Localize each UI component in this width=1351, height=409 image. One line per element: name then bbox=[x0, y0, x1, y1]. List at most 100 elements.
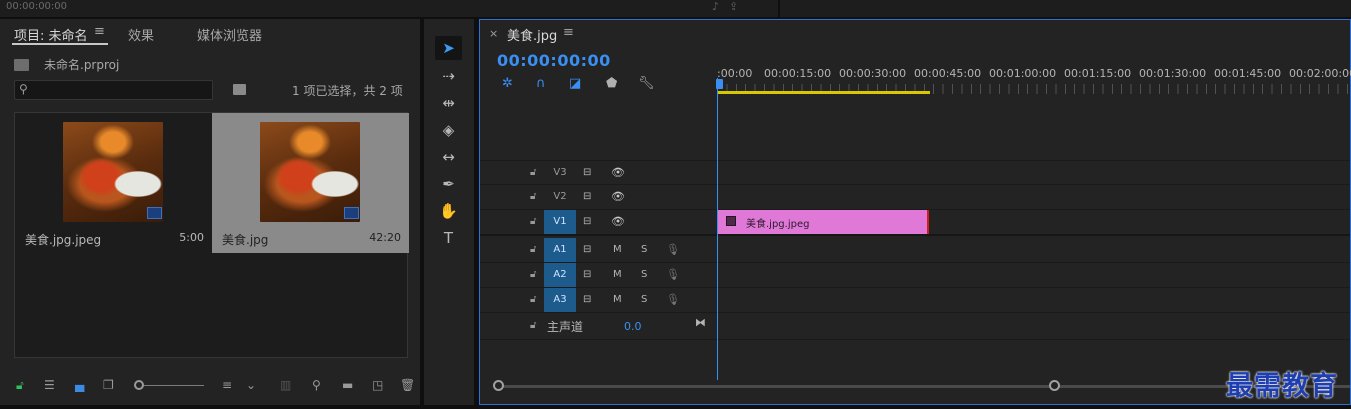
tab-effects[interactable]: 效果 bbox=[128, 25, 154, 44]
folder-icon bbox=[14, 59, 29, 71]
time-ruler[interactable]: :00:00 00:00:15:00 00:00:30:00 00:00:45:… bbox=[717, 64, 1351, 94]
sync-lock-icon[interactable]: ⊟ bbox=[583, 244, 591, 255]
mic-icon[interactable]: 🎙︎ bbox=[666, 293, 680, 306]
delete-icon[interactable]: 🗑︎ bbox=[400, 378, 415, 392]
clip-name: 美食.jpg bbox=[222, 233, 269, 247]
automate-icon[interactable]: ▥ bbox=[280, 378, 291, 392]
track-row-a2[interactable]: 🔓︎ A2 ⊟ M S 🎙︎ bbox=[480, 263, 1350, 288]
sync-lock-icon[interactable]: ⊟ bbox=[583, 294, 591, 305]
track-row-v3[interactable]: 🔓︎ V3 ⊟ 👁︎ bbox=[480, 160, 1350, 185]
track-target-a3[interactable]: A3 bbox=[544, 288, 576, 312]
playhead-handle[interactable] bbox=[716, 79, 723, 89]
close-icon[interactable]: × bbox=[489, 27, 498, 40]
track-target-a2[interactable]: A2 bbox=[544, 263, 576, 287]
sync-lock-icon[interactable]: ⊟ bbox=[583, 216, 591, 227]
sync-lock-icon[interactable]: ⊟ bbox=[583, 167, 591, 178]
sync-lock-icon[interactable]: ⊟ bbox=[583, 269, 591, 280]
track-row-v2[interactable]: 🔓︎ V2 ⊟ 👁︎ bbox=[480, 185, 1350, 210]
track-row-a1[interactable]: 🔓︎ A1 ⊟ M S 🎙︎ bbox=[480, 238, 1350, 263]
track-select-tool-icon[interactable]: ⇢ bbox=[435, 64, 462, 88]
slip-tool-icon[interactable]: ↔ bbox=[435, 145, 462, 169]
clip-thumbnail bbox=[63, 122, 163, 222]
search-input[interactable]: ⚲ bbox=[14, 80, 213, 100]
clip-item-selected[interactable]: 美食.jpg 42:20 bbox=[212, 113, 409, 253]
solo-button[interactable]: S bbox=[641, 269, 647, 280]
timeline-timecode[interactable]: 00:00:00:00 bbox=[497, 51, 611, 70]
track-target-v1[interactable]: V1 bbox=[544, 210, 576, 234]
master-volume-value[interactable]: 0.0 bbox=[624, 320, 642, 333]
watermark: 最需教育 bbox=[1226, 371, 1338, 402]
mic-icon[interactable]: 🎙︎ bbox=[666, 243, 680, 256]
zoom-slider[interactable] bbox=[134, 385, 204, 386]
freeform-view-icon[interactable]: ❐ bbox=[103, 378, 114, 392]
playhead-line[interactable] bbox=[717, 78, 718, 380]
lock-icon[interactable]: 🔓︎ bbox=[530, 244, 536, 255]
linked-selection-icon[interactable]: ◪ bbox=[569, 76, 581, 91]
hand-tool-icon[interactable]: ✋ bbox=[435, 199, 462, 223]
zoom-slider-knob[interactable] bbox=[134, 380, 144, 390]
eye-icon[interactable]: 👁︎ bbox=[611, 166, 625, 179]
track-row-a3[interactable]: 🔓︎ A3 ⊟ M S 🎙︎ bbox=[480, 288, 1350, 313]
panel-menu-icon[interactable]: ≡ bbox=[563, 25, 574, 40]
clip-item[interactable]: 美食.jpg.jpeg 5:00 bbox=[15, 113, 212, 253]
find-icon[interactable]: ⚲ bbox=[312, 378, 321, 392]
tab-sequence[interactable]: 美食.jpg bbox=[507, 25, 557, 44]
mute-button[interactable]: M bbox=[613, 294, 622, 305]
ripple-edit-tool-icon[interactable]: ⇹ bbox=[435, 91, 462, 115]
eye-icon[interactable]: 👁︎ bbox=[611, 215, 625, 228]
audio-export-icons[interactable]: ♪⇪ bbox=[712, 0, 748, 13]
work-area-bar[interactable] bbox=[717, 91, 930, 94]
lock-icon[interactable]: 🔓︎ bbox=[530, 269, 536, 280]
clip-type-badge-icon bbox=[147, 207, 162, 219]
wrench-icon[interactable]: 🔧︎ bbox=[638, 76, 655, 91]
lock-icon[interactable]: 🔓︎ bbox=[530, 294, 536, 305]
timeline-clip-v1[interactable]: 美食.jpg.jpeg bbox=[717, 210, 929, 234]
tab-media-browser[interactable]: 媒体浏览器 bbox=[197, 25, 262, 44]
timeline-panel: × 美食.jpg ≡ 00:00:00:00 ✲ ∩ ◪ ⬟ 🔧︎ :00:00… bbox=[479, 19, 1351, 405]
icon-view-icon[interactable]: ▄ bbox=[75, 378, 84, 392]
panel-divider bbox=[778, 0, 780, 17]
horizontal-scrollbar[interactable] bbox=[494, 385, 1350, 388]
nest-icon[interactable]: ✲ bbox=[502, 76, 513, 91]
scrollbar-left-handle[interactable] bbox=[493, 380, 504, 391]
sync-lock-icon[interactable]: ⊟ bbox=[583, 191, 591, 202]
pen-tool-icon[interactable]: ✒ bbox=[435, 172, 462, 196]
new-search-bin-icon[interactable] bbox=[233, 84, 246, 95]
selection-tool-icon[interactable]: ➤ bbox=[435, 36, 462, 60]
lock-icon[interactable]: 🔓︎ bbox=[530, 216, 536, 227]
lock-icon[interactable]: 🔓︎ bbox=[530, 191, 536, 202]
add-marker-icon[interactable]: ⬟ bbox=[606, 76, 617, 91]
master-track-name: 主声道 bbox=[547, 320, 584, 334]
clip-thumbnail bbox=[260, 122, 360, 222]
eye-icon[interactable]: 👁︎ bbox=[611, 190, 625, 203]
track-row-master[interactable]: 🔓︎ 主声道 0.0 ⧓ bbox=[480, 313, 1350, 340]
solo-button[interactable]: S bbox=[641, 244, 647, 255]
clip-duration: 5:00 bbox=[179, 231, 204, 244]
new-bin-icon[interactable]: ▬ bbox=[342, 378, 353, 392]
razor-tool-icon[interactable]: ◈ bbox=[435, 118, 462, 142]
new-item-icon[interactable]: ◳ bbox=[372, 378, 383, 392]
track-target-v3[interactable]: V3 bbox=[544, 161, 576, 185]
scrollbar-right-handle[interactable] bbox=[1049, 380, 1060, 391]
chevron-down-icon[interactable]: ⌄ bbox=[246, 378, 256, 392]
lock-icon[interactable]: 🔓︎ bbox=[16, 378, 24, 393]
list-view-icon[interactable]: ☰ bbox=[44, 378, 55, 392]
type-tool-icon[interactable]: T bbox=[435, 226, 462, 250]
lock-icon[interactable]: 🔓︎ bbox=[530, 167, 536, 178]
sort-icon[interactable]: ≡ bbox=[222, 378, 232, 392]
lock-icon[interactable]: 🔓︎ bbox=[530, 320, 536, 331]
snap-magnet-icon[interactable]: ∩ bbox=[536, 76, 546, 91]
track-target-v2[interactable]: V2 bbox=[544, 185, 576, 209]
ruler-label: 00:00:30:00 bbox=[839, 67, 907, 80]
track-target-a1[interactable]: A1 bbox=[544, 238, 576, 262]
solo-button[interactable]: S bbox=[641, 294, 647, 305]
bowtie-icon[interactable]: ⧓ bbox=[695, 316, 706, 329]
top-strip: 00:00:00:00 ♪⇪ bbox=[0, 0, 1351, 17]
ruler-label: 00:01:00:00 bbox=[989, 67, 1057, 80]
mute-button[interactable]: M bbox=[613, 244, 622, 255]
panel-menu-icon[interactable]: ≡ bbox=[94, 24, 105, 39]
tab-project[interactable]: 项目: 未命名 bbox=[14, 25, 88, 44]
sequence-badge-icon bbox=[344, 207, 359, 219]
mic-icon[interactable]: 🎙︎ bbox=[666, 268, 680, 281]
mute-button[interactable]: M bbox=[613, 269, 622, 280]
